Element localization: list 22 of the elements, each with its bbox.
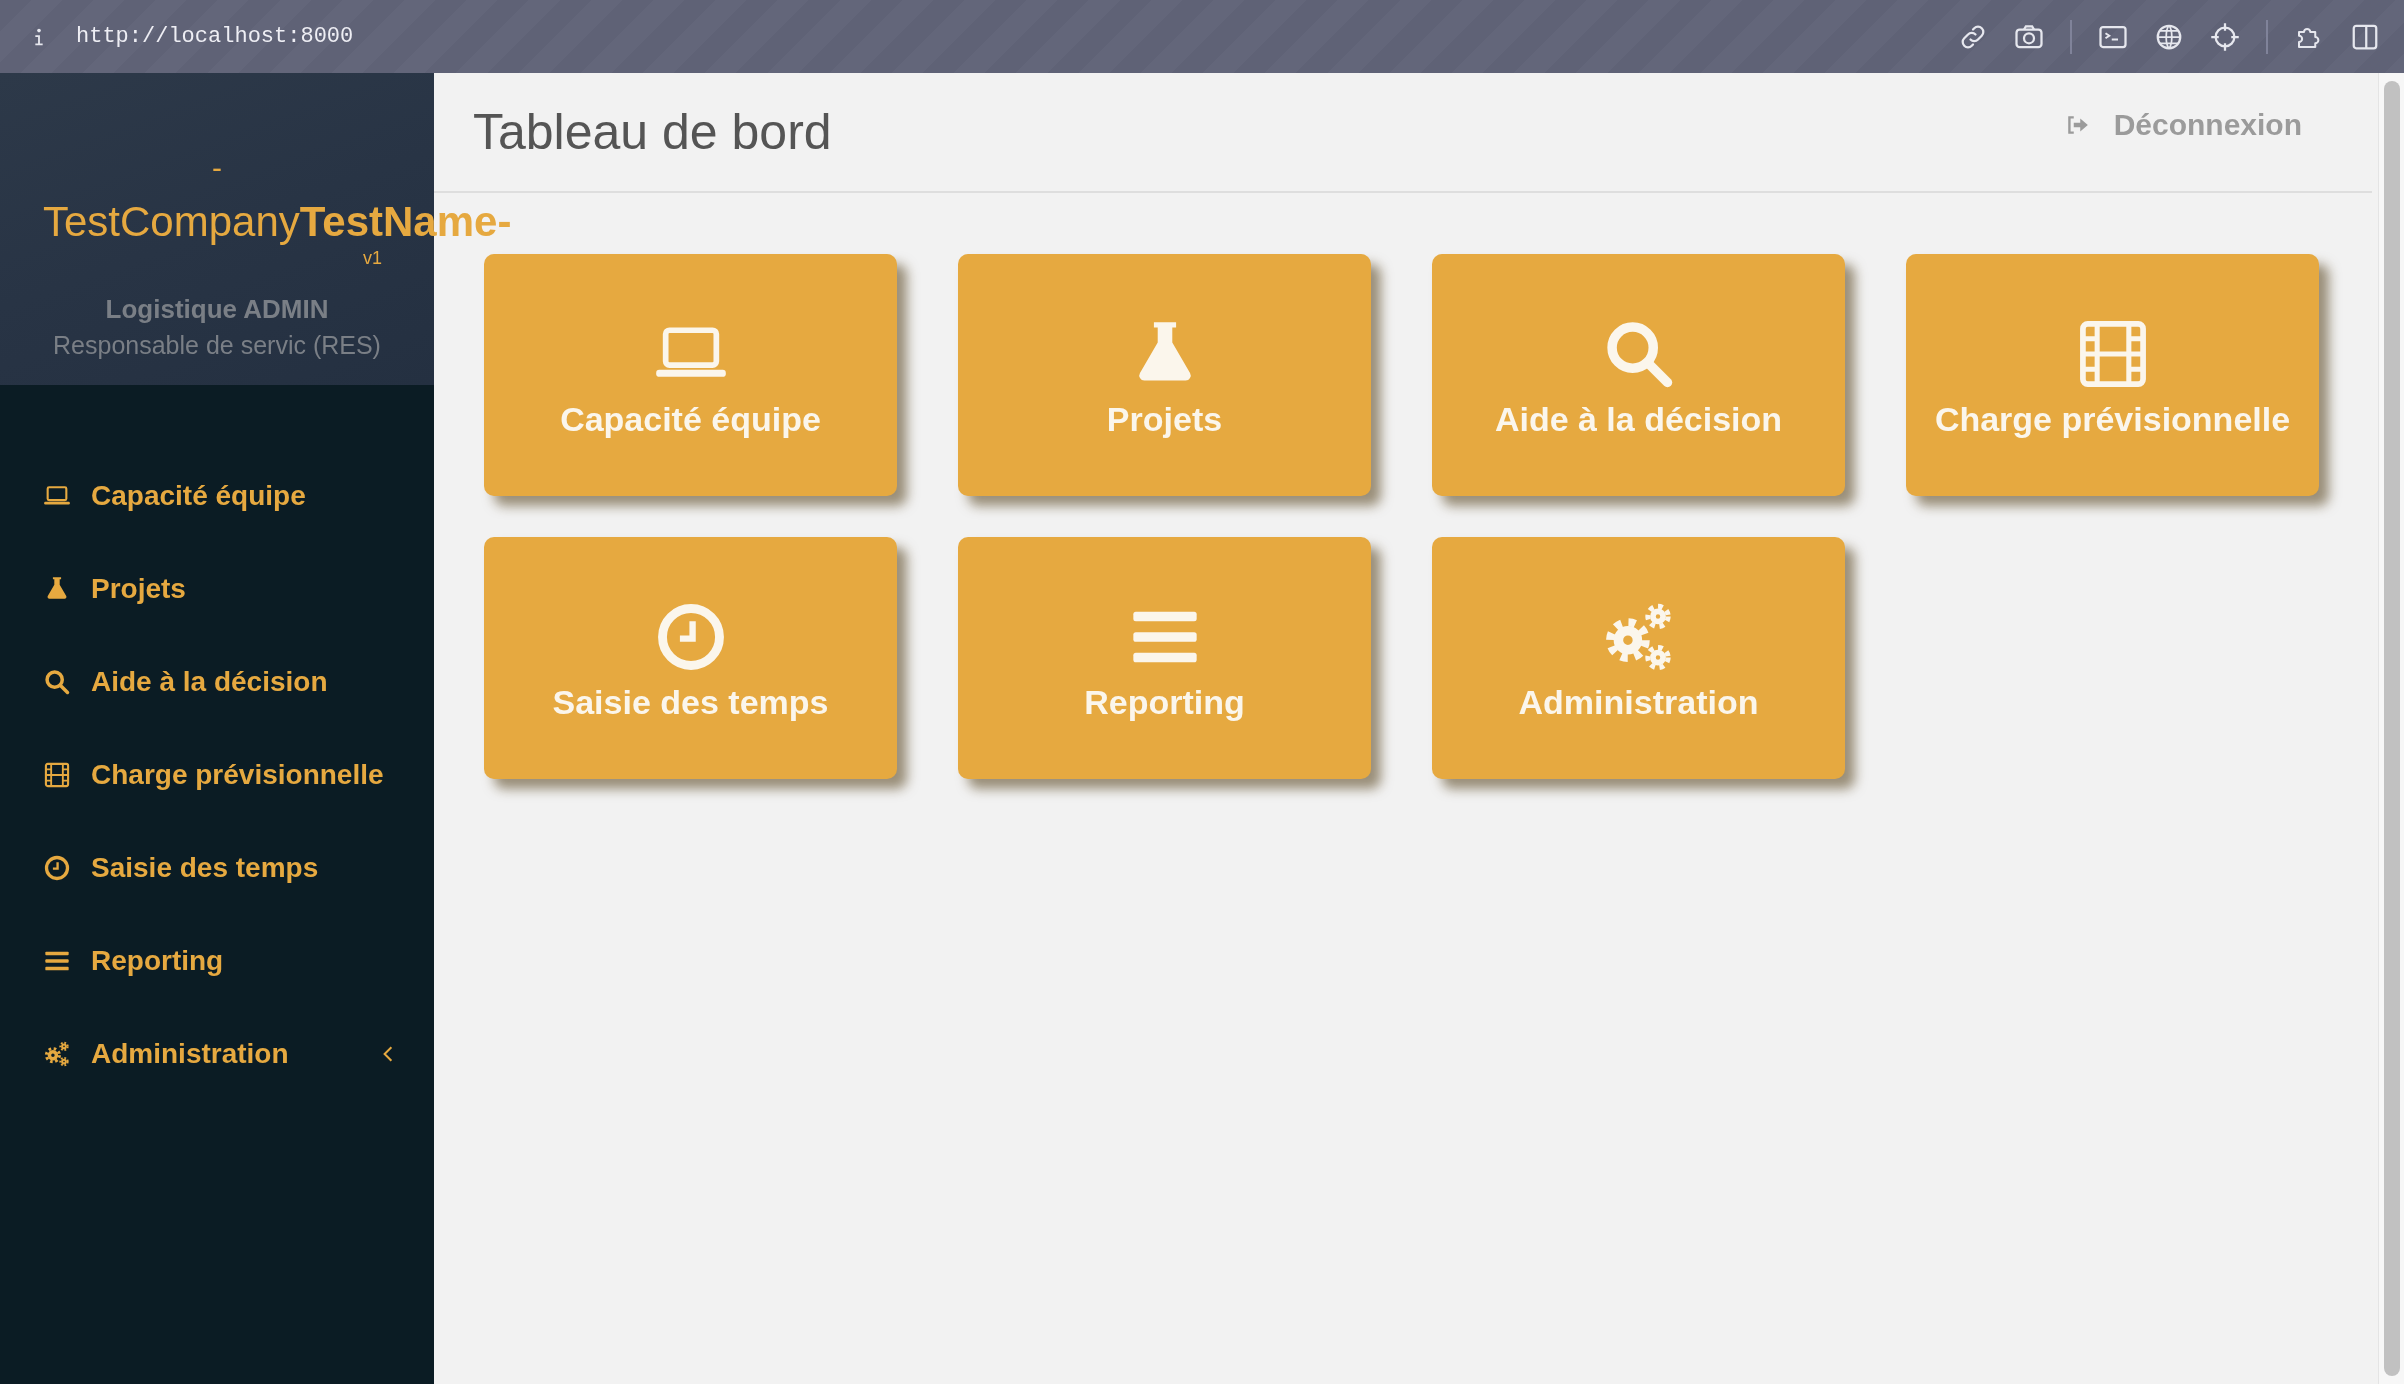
sidebar-item[interactable]: Charge prévisionnelle: [0, 728, 434, 821]
film-icon: [43, 760, 71, 789]
user-role: Responsable de servic (RES): [53, 330, 381, 361]
sidebar-item[interactable]: Administration: [0, 1007, 434, 1100]
scrollbar[interactable]: [2383, 81, 2400, 1376]
company-name: TestCompany: [43, 198, 300, 245]
user-name: Logistique ADMIN: [105, 293, 329, 326]
brand-prefix: -: [212, 153, 222, 183]
sidebar-item[interactable]: Capacité équipe: [0, 449, 434, 542]
page-title: Tableau de bord: [473, 103, 832, 161]
sidebar-item[interactable]: Aide à la décision: [0, 635, 434, 728]
sidebar-item[interactable]: Projets: [0, 542, 434, 635]
cogs-icon: [43, 1039, 71, 1068]
search-icon: [43, 667, 71, 696]
version-label: v1: [363, 247, 382, 269]
clock-icon: [43, 853, 71, 882]
chevron-icon: [382, 1044, 394, 1063]
crosshair-icon[interactable]: [2210, 21, 2240, 52]
sidebar-item[interactable]: Saisie des temps: [0, 821, 434, 914]
sidebar-item[interactable]: Reporting: [0, 914, 434, 1007]
logout-link[interactable]: Déconnexion: [2063, 108, 2302, 142]
address-bar-url[interactable]: http://localhost:8000: [76, 24, 354, 49]
